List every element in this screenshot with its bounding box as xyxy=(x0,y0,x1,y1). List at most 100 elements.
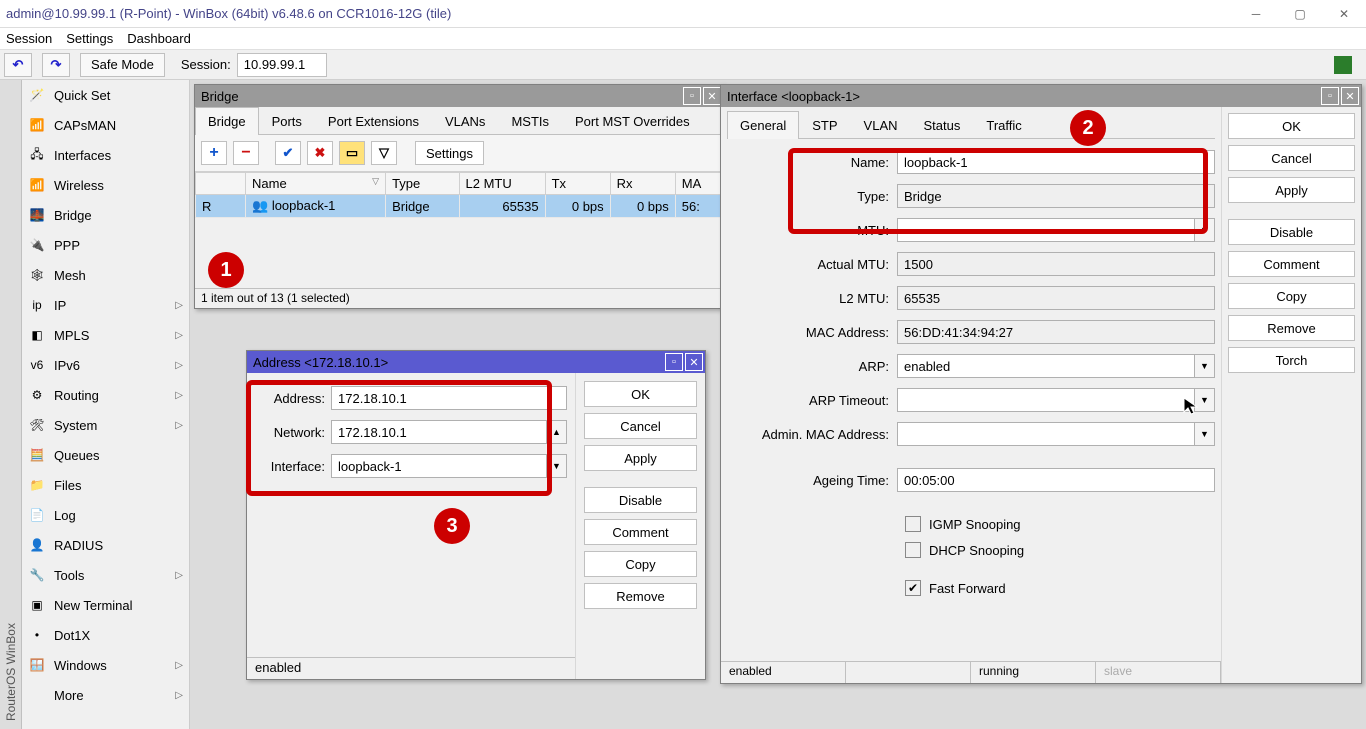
field-ageing[interactable]: 00:05:00 xyxy=(897,468,1215,492)
tab-stp[interactable]: STP xyxy=(799,111,850,139)
label-name: Name: xyxy=(727,155,897,170)
tab-status[interactable]: Status xyxy=(911,111,974,139)
apply-button[interactable]: Apply xyxy=(1228,177,1355,203)
field-mtu[interactable] xyxy=(897,218,1195,242)
address-restore-icon[interactable]: ▫ xyxy=(665,353,683,371)
ok-button[interactable]: OK xyxy=(584,381,697,407)
field-admin-mac[interactable] xyxy=(897,422,1195,446)
checkbox-igmp[interactable] xyxy=(905,516,921,532)
comment-button[interactable]: ▭ xyxy=(339,141,365,165)
tab-traffic[interactable]: Traffic xyxy=(973,111,1034,139)
ok-button[interactable]: OK xyxy=(1228,113,1355,139)
sidebar-item-mesh[interactable]: 🕸Mesh xyxy=(22,260,189,290)
disable-button[interactable]: Disable xyxy=(584,487,697,513)
dd-arp[interactable]: ▼ xyxy=(1195,354,1215,378)
field-arp-timeout[interactable] xyxy=(897,388,1195,412)
remove-button[interactable]: Remove xyxy=(584,583,697,609)
sidebar-item-interfaces[interactable]: 🖧Interfaces xyxy=(22,140,189,170)
address-close-icon[interactable]: ✕ xyxy=(685,353,703,371)
sidebar-item-ppp[interactable]: 🔌PPP xyxy=(22,230,189,260)
add-button[interactable]: + xyxy=(201,141,227,165)
tab-port-mst-overrides[interactable]: Port MST Overrides xyxy=(562,107,703,135)
field-network[interactable]: 172.18.10.1 xyxy=(331,420,547,444)
tab-ports[interactable]: Ports xyxy=(259,107,315,135)
sidebar-item-routing[interactable]: ⚙Routing▷ xyxy=(22,380,189,410)
bridge-settings-button[interactable]: Settings xyxy=(415,141,484,165)
dd-mtu[interactable]: ▼ xyxy=(1195,218,1215,242)
maximize-button[interactable]: ▢ xyxy=(1278,0,1322,28)
cancel-button[interactable]: Cancel xyxy=(584,413,697,439)
redo-button[interactable]: ↷ xyxy=(42,53,70,77)
field-address[interactable]: 172.18.10.1 xyxy=(331,386,567,410)
sidebar-item-log[interactable]: 📄Log xyxy=(22,500,189,530)
address-titlebar[interactable]: Address <172.18.10.1> ▫ ✕ xyxy=(247,351,705,373)
comment-button[interactable]: Comment xyxy=(584,519,697,545)
bridge-close-icon[interactable]: ✕ xyxy=(703,87,721,105)
col-rx[interactable]: Rx xyxy=(610,173,675,195)
field-arp[interactable]: enabled xyxy=(897,354,1195,378)
field-interface[interactable]: loopback-1 xyxy=(331,454,547,478)
bridge-restore-icon[interactable]: ▫ xyxy=(683,87,701,105)
undo-button[interactable]: ↶ xyxy=(4,53,32,77)
interface-close-icon[interactable]: ✕ xyxy=(1341,87,1359,105)
sidebar-item-label: RADIUS xyxy=(54,538,103,553)
sidebar-item-quick-set[interactable]: 🪄Quick Set xyxy=(22,80,189,110)
tab-vlan[interactable]: VLAN xyxy=(851,111,911,139)
copy-button[interactable]: Copy xyxy=(584,551,697,577)
disable-button[interactable]: Disable xyxy=(1228,219,1355,245)
filter-button[interactable]: ▽ xyxy=(371,141,397,165)
table-row[interactable]: R 👥 loopback-1 Bridge 65535 0 bps 0 bps … xyxy=(196,195,723,218)
close-button[interactable]: ✕ xyxy=(1322,0,1366,28)
dd-admin-mac[interactable]: ▼ xyxy=(1195,422,1215,446)
checkbox-fast-forward[interactable]: ✔ xyxy=(905,580,921,596)
field-name[interactable]: loopback-1 xyxy=(897,150,1215,174)
sidebar-item-system[interactable]: 🛠System▷ xyxy=(22,410,189,440)
menu-session[interactable]: Session xyxy=(6,31,52,46)
sidebar-item-windows[interactable]: 🪟Windows▷ xyxy=(22,650,189,680)
cancel-button[interactable]: Cancel xyxy=(1228,145,1355,171)
sidebar-item-mpls[interactable]: ◧MPLS▷ xyxy=(22,320,189,350)
tab-mstis[interactable]: MSTIs xyxy=(498,107,562,135)
sidebar-item-wireless[interactable]: 📶Wireless xyxy=(22,170,189,200)
sidebar-item-queues[interactable]: 🧮Queues xyxy=(22,440,189,470)
sidebar-item-tools[interactable]: 🔧Tools▷ xyxy=(22,560,189,590)
col-name[interactable]: Name▽ xyxy=(246,173,386,195)
col-mac[interactable]: MA xyxy=(675,173,722,195)
remove-button[interactable]: − xyxy=(233,141,259,165)
checkbox-dhcp[interactable] xyxy=(905,542,921,558)
torch-button[interactable]: Torch xyxy=(1228,347,1355,373)
enable-button[interactable]: ✔ xyxy=(275,141,301,165)
sidebar-item-ip[interactable]: ipIP▷ xyxy=(22,290,189,320)
sidebar-item-bridge[interactable]: 🌉Bridge xyxy=(22,200,189,230)
sidebar-item-dot1x[interactable]: •Dot1X xyxy=(22,620,189,650)
col-tx[interactable]: Tx xyxy=(545,173,610,195)
menu-settings[interactable]: Settings xyxy=(66,31,113,46)
disable-button[interactable]: ✖ xyxy=(307,141,333,165)
col-type[interactable]: Type xyxy=(386,173,459,195)
col-l2mtu[interactable]: L2 MTU xyxy=(459,173,545,195)
sidebar-item-radius[interactable]: 👤RADIUS xyxy=(22,530,189,560)
menu-dashboard[interactable]: Dashboard xyxy=(127,31,191,46)
sidebar-item-files[interactable]: 📁Files xyxy=(22,470,189,500)
session-input[interactable] xyxy=(237,53,327,77)
tab-port-extensions[interactable]: Port Extensions xyxy=(315,107,432,135)
tab-vlans[interactable]: VLANs xyxy=(432,107,498,135)
tab-general[interactable]: General xyxy=(727,111,799,139)
safe-mode-button[interactable]: Safe Mode xyxy=(80,53,165,77)
dd-arp-timeout[interactable]: ▼ xyxy=(1195,388,1215,412)
copy-button[interactable]: Copy xyxy=(1228,283,1355,309)
interface-titlebar[interactable]: Interface <loopback-1> ▫ ✕ xyxy=(721,85,1361,107)
sidebar-item-new-terminal[interactable]: ▣New Terminal xyxy=(22,590,189,620)
sidebar-item-capsman[interactable]: 📶CAPsMAN xyxy=(22,110,189,140)
tab-bridge[interactable]: Bridge xyxy=(195,107,259,135)
interface-restore-icon[interactable]: ▫ xyxy=(1321,87,1339,105)
apply-button[interactable]: Apply xyxy=(584,445,697,471)
remove-button[interactable]: Remove xyxy=(1228,315,1355,341)
sidebar-item-ipv6[interactable]: v6IPv6▷ xyxy=(22,350,189,380)
minimize-button[interactable]: ─ xyxy=(1234,0,1278,28)
bridge-titlebar[interactable]: Bridge ▫ ✕ xyxy=(195,85,723,107)
sidebar-item-more[interactable]: More▷ xyxy=(22,680,189,710)
comment-button[interactable]: Comment xyxy=(1228,251,1355,277)
dd-network[interactable]: ▲ xyxy=(547,420,567,444)
dd-interface[interactable]: ▼ xyxy=(547,454,567,478)
